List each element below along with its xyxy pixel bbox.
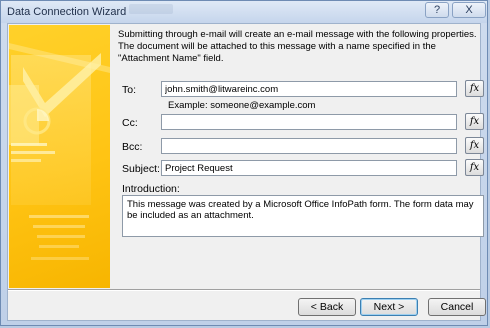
- subject-label: Subject:: [122, 163, 160, 175]
- bcc-field[interactable]: [161, 138, 457, 154]
- wizard-side-graphic: [9, 25, 110, 288]
- wizard-graphic-icon: [9, 43, 110, 260]
- introduction-field[interactable]: This message was created by a Microsoft …: [122, 195, 484, 237]
- title-bar[interactable]: Data Connection Wizard ? X: [1, 1, 487, 23]
- subject-field[interactable]: [161, 160, 457, 176]
- help-button[interactable]: ?: [425, 2, 449, 18]
- next-button[interactable]: Next >: [360, 298, 418, 316]
- bcc-label: Bcc:: [122, 141, 143, 153]
- window-title: Data Connection Wizard: [7, 6, 127, 18]
- to-example-hint: Example: someone@example.com: [168, 100, 316, 111]
- cc-label: Cc:: [122, 117, 138, 129]
- back-button[interactable]: < Back: [298, 298, 356, 316]
- subject-formula-button[interactable]: fx: [465, 159, 484, 176]
- background-window-ghost: [129, 4, 173, 14]
- close-button[interactable]: X: [452, 2, 486, 18]
- dialog-window: Data Connection Wizard ? X Submitting th…: [0, 0, 488, 326]
- button-separator: [8, 289, 480, 291]
- introduction-label: Introduction:: [122, 183, 180, 195]
- cc-formula-button[interactable]: fx: [465, 113, 484, 130]
- cancel-button[interactable]: Cancel: [428, 298, 486, 316]
- to-formula-button[interactable]: fx: [465, 80, 484, 97]
- to-label: To:: [122, 84, 137, 96]
- wizard-description: Submitting through e-mail will create an…: [118, 29, 477, 64]
- bcc-formula-button[interactable]: fx: [465, 137, 484, 154]
- cc-field[interactable]: [161, 114, 457, 130]
- wizard-content: Submitting through e-mail will create an…: [7, 23, 486, 321]
- to-field[interactable]: [161, 81, 457, 97]
